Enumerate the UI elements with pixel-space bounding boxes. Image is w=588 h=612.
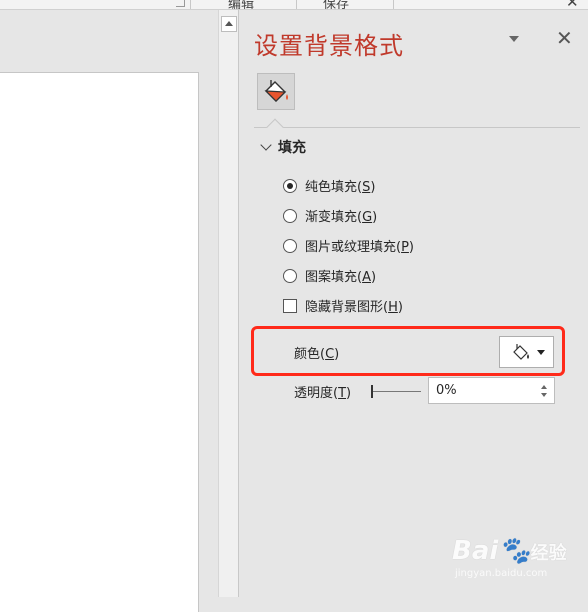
tab-divider	[254, 127, 580, 128]
radio-pattern-fill[interactable]: 图案填充(A)	[283, 266, 376, 285]
watermark-logo: Bai🐾经验	[452, 536, 567, 566]
chevron-down-icon	[537, 350, 545, 355]
fill-color-picker-button[interactable]	[499, 336, 554, 368]
close-icon[interactable]: ✕	[556, 28, 573, 48]
tab-indicator	[266, 118, 284, 136]
spin-down-icon[interactable]	[541, 393, 547, 397]
option-label: 图片或纹理填充(P)	[305, 240, 414, 255]
radio-solid-fill[interactable]: 纯色填充(S)	[283, 176, 375, 195]
radio-button[interactable]	[283, 238, 297, 253]
close-icon[interactable]: ✕	[566, 0, 579, 9]
spin-up-icon[interactable]	[541, 385, 547, 389]
slider-thumb[interactable]	[371, 385, 373, 398]
transparency-label: 透明度(T)	[294, 386, 352, 401]
ribbon-separator	[393, 0, 394, 9]
radio-button[interactable]	[283, 178, 297, 193]
vertical-scrollbar[interactable]	[218, 10, 239, 597]
slider-track	[371, 391, 421, 392]
color-label: 颜色(C)	[294, 347, 340, 362]
paint-bucket-icon	[513, 344, 529, 360]
fill-section-label: 填充	[278, 140, 306, 156]
option-label: 渐变填充(G)	[305, 210, 378, 225]
transparency-spinbox[interactable]: 0%	[428, 377, 555, 404]
radio-gradient-fill[interactable]: 渐变填充(G)	[283, 206, 377, 225]
option-label: 纯色填充(S)	[305, 180, 376, 195]
fill-tab[interactable]	[257, 73, 295, 110]
ribbon-separator	[296, 0, 297, 9]
pane-title: 设置背景格式	[254, 32, 404, 60]
radio-button[interactable]	[283, 208, 297, 223]
chevron-down-icon	[260, 139, 272, 151]
ribbon-group-edit[interactable]: 编辑	[228, 0, 254, 9]
checkbox-hide-background-graphics[interactable]: 隐藏背景图形(H)	[283, 296, 403, 315]
chevron-down-icon[interactable]	[509, 36, 521, 44]
slide-editing-area	[0, 10, 218, 612]
ribbon-strip: 编辑 保存 ✕	[0, 0, 588, 9]
format-background-pane: 设置背景格式 ✕ 填充 纯色填充(S) 渐变填充(G) 图片或纹理填充(P) 图…	[240, 10, 588, 597]
scroll-up-arrow-icon[interactable]	[221, 16, 237, 32]
radio-button[interactable]	[283, 268, 297, 283]
dialog-launcher-icon[interactable]	[176, 0, 185, 7]
radio-picture-texture-fill[interactable]: 图片或纹理填充(P)	[283, 236, 414, 255]
checkbox[interactable]	[283, 298, 297, 313]
option-label: 隐藏背景图形(H)	[305, 300, 403, 315]
option-label: 图案填充(A)	[305, 270, 377, 285]
ribbon-separator	[190, 0, 191, 9]
paint-bucket-icon	[264, 80, 288, 102]
transparency-slider[interactable]	[371, 383, 421, 399]
slide-canvas[interactable]	[0, 72, 199, 612]
transparency-value[interactable]: 0%	[436, 383, 457, 398]
fill-section-header[interactable]: 填充	[260, 137, 306, 157]
ribbon-group-save[interactable]: 保存	[323, 0, 349, 9]
watermark-url: jingyan.baidu.com	[455, 568, 548, 579]
